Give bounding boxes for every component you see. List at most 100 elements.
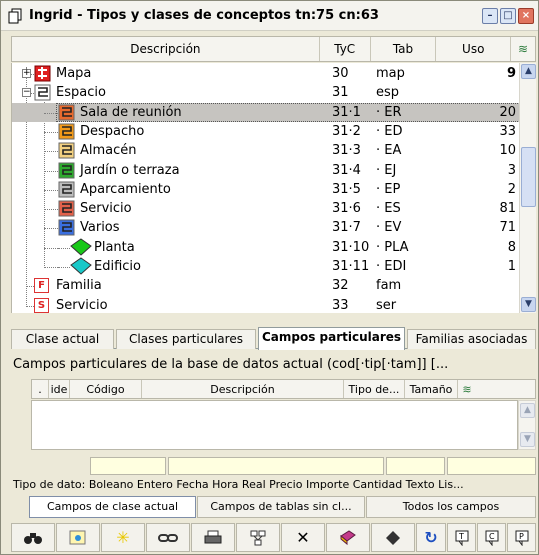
column-uso[interactable]: Uso (436, 37, 512, 61)
tree-row-uso: 33 (499, 123, 516, 139)
tree-row-uso: 2 (507, 181, 516, 197)
edit-codigo[interactable] (90, 457, 166, 475)
grid-col-tamano[interactable]: Tamaño (405, 380, 458, 398)
tree-connector (44, 170, 58, 172)
space-icon (58, 181, 75, 198)
new-icon[interactable]: ✳ (101, 523, 145, 552)
grid-col-codigo[interactable]: Código (70, 380, 142, 398)
tree-row-tab: · EDI (376, 259, 407, 274)
tree-connector (26, 286, 34, 288)
diamond-icon[interactable] (371, 523, 415, 552)
filter-todos-campos[interactable]: Todos los campos (366, 496, 536, 518)
tree-row[interactable]: Servicio 31·6 · ES 81 (12, 199, 519, 218)
close-button[interactable]: × (518, 8, 534, 24)
tree-row[interactable]: Varios 31·7 · EV 71 (12, 218, 519, 237)
filter-campos-clase-actual[interactable]: Campos de clase actual (29, 496, 196, 518)
tree-row[interactable]: Despacho 31·2 · ED 33 (12, 122, 519, 141)
note-p-icon[interactable]: P (507, 523, 536, 552)
tree-row-label: Servicio (56, 297, 108, 313)
tree-row[interactable]: Almacén 31·3 · EA 10 (12, 141, 519, 160)
tree-connector (58, 247, 70, 249)
svg-text:C: C (489, 532, 495, 541)
space-icon (58, 104, 75, 121)
space-icon (58, 123, 75, 140)
grid-scrollbar[interactable]: ▲ ▼ (518, 400, 536, 450)
grid-scroll-up-icon[interactable]: ▲ (520, 403, 535, 418)
app-window: Ingrid - Tipos y clases de conceptos tn:… (0, 0, 539, 555)
tree-scrollbar[interactable]: ▲ ▼ (519, 63, 536, 313)
tree-row[interactable]: − Espacio 31 esp (12, 83, 519, 102)
tree-row-tab: · ER (376, 104, 402, 120)
book-icon[interactable] (326, 523, 370, 552)
grid-col-ide[interactable]: ide (49, 380, 70, 398)
tree-row-tab: ser (376, 297, 397, 313)
tree-row-tab: · EP (376, 181, 401, 197)
tree-row-label: Aparcamiento (80, 181, 171, 197)
collapse-icon[interactable]: − (22, 88, 31, 98)
tree-connector (58, 267, 70, 268)
grid-col-tipo[interactable]: Tipo de... (344, 380, 405, 398)
fields-grid-body[interactable] (31, 400, 518, 450)
expand-icon[interactable]: + (22, 69, 31, 78)
link-icon[interactable] (146, 523, 190, 552)
maximize-button[interactable]: □ (500, 8, 516, 24)
scroll-thumb[interactable] (521, 147, 536, 207)
tree-row-label: Planta (94, 239, 135, 255)
grid-col-dot[interactable]: . (32, 380, 49, 398)
tree-connector (44, 189, 58, 191)
tree-row[interactable]: S Servicio 33 ser (12, 296, 519, 313)
family-icon: F (34, 278, 49, 294)
edit-descripcion[interactable] (168, 457, 384, 475)
concept-tree[interactable]: + Mapa 30 map 9− Espacio 31 esp Sala de reunión 3… (11, 63, 519, 313)
bottom-toolbar: ✳ ✕ ↻ T C P (11, 523, 536, 553)
service-icon: S (34, 297, 49, 313)
column-settings-icon[interactable]: ≋ (511, 37, 535, 61)
column-tab[interactable]: Tab (371, 37, 437, 61)
edit-tamano[interactable] (447, 457, 536, 475)
tree-row-tyc: 31·5 (332, 181, 361, 197)
tree-row-tab: map (376, 66, 405, 81)
tab-campos-particulares[interactable]: Campos particulares (258, 327, 405, 350)
column-tyc[interactable]: TyC (320, 37, 371, 61)
note-icon[interactable]: T (447, 523, 476, 552)
panel-title: Campos particulares de la base de datos … (13, 357, 449, 372)
space-icon (58, 142, 75, 159)
filter-campos-tablas[interactable]: Campos de tablas sin cl... (197, 496, 365, 518)
tree-row-label: Familia (56, 278, 102, 294)
refresh-icon[interactable]: ↻ (416, 523, 446, 552)
binoculars-icon[interactable] (11, 523, 55, 552)
tree-row[interactable]: Planta 31·10 · PLA 8 (12, 238, 519, 257)
tree-connector (44, 247, 58, 249)
tree-row-tyc: 31·2 (332, 123, 361, 139)
tree-row-uso: 81 (499, 201, 516, 217)
picture-icon[interactable] (56, 523, 100, 552)
tree-row[interactable]: Aparcamiento 31·5 · EP 2 (12, 180, 519, 199)
column-descripcion[interactable]: Descripción (12, 37, 320, 61)
tree-row[interactable]: F Familia 32 fam (12, 276, 519, 295)
tree-row-tyc: 31·7 (332, 220, 361, 236)
tree-row-tab: esp (376, 85, 400, 101)
grid-col-descripcion[interactable]: Descripción (142, 380, 344, 398)
minimize-button[interactable]: – (482, 8, 498, 24)
delete-icon[interactable]: ✕ (281, 523, 325, 552)
tree-row[interactable]: + Mapa 30 map 9 (12, 64, 519, 83)
tab-clase-actual[interactable]: Clase actual (11, 329, 114, 349)
tree-row-tyc: 30 (332, 66, 349, 81)
grid-settings-icon[interactable]: ≋ (458, 380, 476, 398)
tree-row[interactable]: Jardín o terraza 31·4 · EJ 3 (12, 161, 519, 180)
tree-row[interactable]: Edificio 31·11 · EDI 1 (12, 257, 519, 276)
grid-scroll-down-icon[interactable]: ▼ (520, 432, 535, 447)
tree-row[interactable]: Sala de reunión 31·1 · ER 20 (12, 102, 519, 122)
scroll-down-icon[interactable]: ▼ (521, 297, 536, 312)
print-icon[interactable] (191, 523, 235, 552)
scroll-up-icon[interactable]: ▲ (521, 64, 536, 79)
edit-tipo[interactable] (386, 457, 445, 475)
tree-row-label: Varios (80, 220, 120, 236)
window-controls: – □ × (482, 8, 534, 24)
tree-icon[interactable] (236, 523, 280, 552)
tab-clases-particulares[interactable]: Clases particulares (116, 329, 256, 349)
note-left-icon[interactable]: C (477, 523, 506, 552)
tab-familias-asociadas[interactable]: Familias asociadas (407, 329, 536, 349)
data-type-help: Tipo de dato: Boleano Entero Fecha Hora … (13, 478, 464, 491)
tree-row-label: Mapa (56, 66, 92, 81)
